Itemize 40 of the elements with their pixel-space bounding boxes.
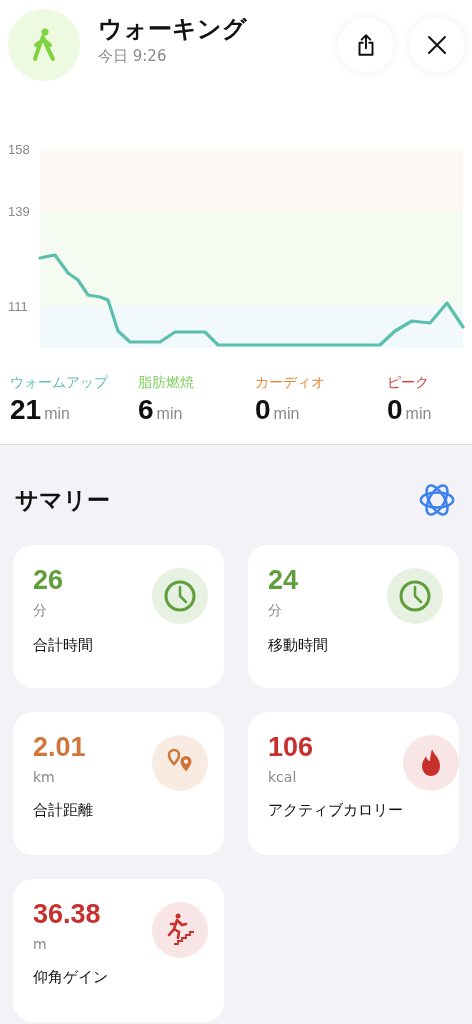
- stair-climber-icon: [152, 902, 208, 958]
- zone-minutes: 6: [138, 394, 154, 426]
- stat-label: 合計時間: [33, 636, 93, 655]
- axis-tick-label: 111: [8, 299, 28, 314]
- stat-unit: 分: [268, 602, 283, 620]
- stat-label: 仰角ゲイン: [33, 968, 108, 987]
- stat-label: 合計距離: [33, 801, 93, 820]
- zone-label: カーディオ: [255, 374, 326, 392]
- section-title: サマリー: [15, 485, 110, 515]
- zone-unit: min: [156, 405, 183, 423]
- stat-value: 24: [268, 565, 300, 596]
- stat-value: 36.38: [33, 899, 102, 930]
- stat-unit: kcal: [268, 769, 298, 785]
- location-pins-icon: [152, 735, 208, 791]
- stat-value: 106: [268, 732, 315, 763]
- close-icon: [425, 33, 449, 57]
- zone-label: 脂肪燃焼: [138, 374, 195, 392]
- stat-label: アクティブカロリー: [268, 801, 403, 820]
- stat-unit: m: [33, 936, 48, 952]
- zone-label: ピーク: [387, 374, 430, 392]
- axis-tick-label: 139: [8, 204, 30, 219]
- clock-icon: [152, 568, 208, 624]
- stat-unit: km: [33, 769, 56, 785]
- stat-unit: 分: [33, 602, 48, 620]
- flower-icon[interactable]: [418, 481, 456, 519]
- zone-unit: min: [44, 405, 70, 423]
- workout-title: ウォーキング: [98, 13, 248, 45]
- workout-time: 今日 9:26: [98, 46, 168, 66]
- stat-label: 移動時間: [268, 636, 328, 655]
- zone-minutes: 21: [10, 394, 42, 426]
- zone-label: ウォームアップ: [10, 374, 110, 392]
- zone-minutes: 0: [255, 394, 271, 426]
- clock-icon: [387, 568, 443, 624]
- flame-icon: [403, 735, 459, 791]
- zone-minutes: 0: [387, 394, 403, 426]
- axis-tick-label: 158: [8, 142, 30, 157]
- zone-unit: min: [405, 405, 432, 423]
- stat-value: 26: [33, 565, 65, 596]
- stat-value: 2.01: [33, 732, 87, 763]
- zone-unit: min: [273, 405, 300, 423]
